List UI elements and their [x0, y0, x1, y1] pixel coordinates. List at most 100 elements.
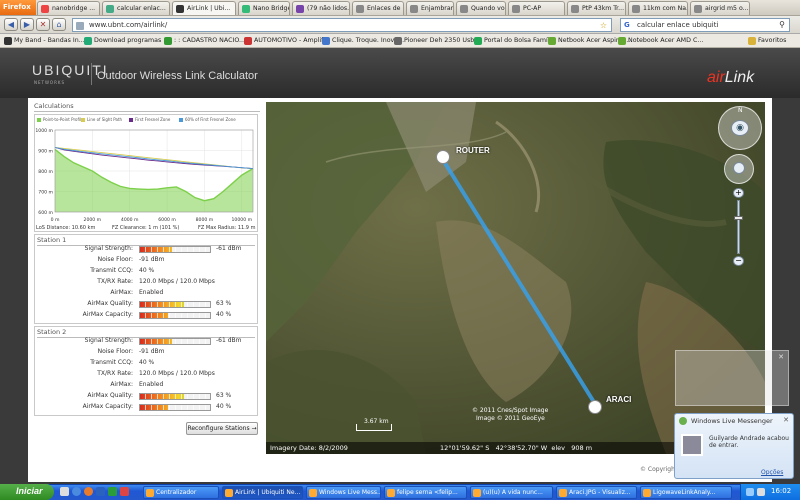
network-icon[interactable]	[746, 488, 754, 496]
messenger-notification[interactable]: Windows Live Messenger ✕ Guilyarde Andra…	[674, 413, 794, 479]
bookmark-item[interactable]: Clique. Troque. Inove...	[322, 37, 404, 45]
word-icon[interactable]	[96, 487, 105, 496]
copyright-geoeye: Image © 2011 GeoEye	[476, 415, 545, 422]
ie-icon[interactable]	[72, 487, 81, 496]
browser-tab[interactable]: Enlaces de lo...	[352, 1, 404, 15]
tab-favicon-icon	[410, 5, 418, 13]
forward-button[interactable]: ▶	[20, 18, 34, 31]
station1-row: Signal Strength: -61 dBm	[35, 245, 259, 255]
browser-tab[interactable]: airgrid m5 o...	[690, 1, 750, 15]
legend-swatch	[81, 118, 85, 122]
tab-favicon-icon	[356, 5, 364, 13]
browser-tab[interactable]: PC-AP	[508, 1, 565, 15]
excel-icon[interactable]	[108, 487, 117, 496]
field-value: 40 %	[216, 403, 232, 410]
taskbar-item[interactable]: Centralizador	[143, 486, 219, 499]
araci-placemark[interactable]	[588, 400, 602, 414]
bookmark-item[interactable]: Portal do Bolsa Família	[474, 37, 555, 45]
level-bar-ticks	[140, 339, 210, 344]
tab-favicon-icon	[106, 5, 114, 13]
browser-tab[interactable]: calcular enlac...	[102, 1, 170, 15]
firefox-icon[interactable]	[84, 487, 93, 496]
bookmark-item[interactable]: Notebook Acer AMD C...	[618, 37, 703, 45]
header-divider	[91, 63, 92, 85]
zoom-out-button[interactable]: −	[733, 256, 744, 266]
acrobat-icon[interactable]	[120, 487, 129, 496]
zoom-slider[interactable]: + −	[733, 188, 744, 268]
bookmark-item[interactable]: : : CADASTRO NACIO...	[164, 37, 246, 45]
hand-icon[interactable]	[733, 162, 745, 174]
x-tick-label: 8000 m	[196, 217, 214, 223]
bookmark-icon	[394, 37, 402, 45]
bookmark-label: : : CADASTRO NACIO...	[174, 37, 246, 44]
tab-favicon-icon	[632, 5, 640, 13]
zoom-in-button[interactable]: +	[733, 188, 744, 198]
taskbar-item[interactable]: (u)(u) A vida nunc...	[470, 486, 553, 499]
zoom-handle[interactable]	[734, 216, 743, 220]
field-value: 40 %	[139, 359, 155, 366]
stop-icon[interactable]: ✕	[36, 18, 50, 31]
pan-control[interactable]	[724, 154, 754, 184]
page-title: Outdoor Wireless Link Calculator	[97, 70, 258, 82]
bookmark-star-icon[interactable]: ☆	[600, 21, 607, 30]
legend-swatch	[37, 118, 41, 122]
tab-favicon-icon	[176, 5, 184, 13]
taskbar-item[interactable]: AirLink | Ubiquiti Ne...	[222, 486, 303, 499]
back-button[interactable]: ◀	[4, 18, 18, 31]
reconfigure-stations-button[interactable]: Reconfigure Stations →	[186, 422, 258, 435]
browser-tab[interactable]: (79 não lidos...	[292, 1, 350, 15]
search-icon[interactable]: ⚲	[779, 20, 785, 29]
browser-tab[interactable]: Quando você...	[456, 1, 506, 15]
task-label: AirLink | Ubiquiti Ne...	[235, 489, 301, 496]
field-value: 40 %	[139, 267, 155, 274]
desktop-icon[interactable]	[60, 487, 69, 496]
field-label: Noise Floor:	[97, 348, 133, 355]
navigation-compass[interactable]: N ◉	[718, 106, 762, 150]
station1-panel: Station 1 Signal Strength: -61 dBm Noise F…	[34, 234, 258, 324]
tab-label: AirLink | Ubi...	[187, 5, 231, 12]
taskbar-item[interactable]: Araci.JPG - Visualiz...	[556, 486, 637, 499]
close-icon[interactable]: ✕	[778, 353, 784, 361]
browser-tab[interactable]: Nano Bridge ...	[238, 1, 290, 15]
field-label: Transmit CCQ:	[90, 359, 133, 366]
browser-tab[interactable]: 11km com Na...	[628, 1, 688, 15]
home-icon[interactable]: ⌂	[52, 18, 66, 31]
search-input[interactable]: G calcular enlace ubiquiti ⚲	[620, 18, 790, 32]
zoom-track[interactable]	[737, 200, 740, 254]
imagery-date: Imagery Date: 8/2/2009	[270, 444, 348, 452]
task-icon	[225, 489, 233, 497]
taskbar-item[interactable]: felipe serna <felip...	[384, 486, 467, 499]
close-icon[interactable]: ✕	[783, 416, 789, 424]
bookmark-item[interactable]: Download programas ...	[84, 37, 169, 45]
field-label: TX/RX Rate:	[97, 278, 133, 285]
legend-item: First Fresnel Zone	[129, 117, 170, 122]
browser-tab[interactable]: Enjambrame...	[406, 1, 454, 15]
bookmark-item[interactable]: My Band - Bandas In...	[4, 37, 85, 45]
field-label: AirMax Capacity:	[82, 311, 133, 318]
field-label: AirMax Capacity:	[82, 403, 133, 410]
router-placemark[interactable]	[436, 150, 450, 164]
browser-tab[interactable]: AirLink | Ubi...	[172, 1, 236, 15]
notification-message: Guilyarde Andrade acabou de entrar.	[709, 435, 789, 449]
field-value: -91 dBm	[139, 348, 165, 355]
favorites-button[interactable]: Favoritos	[748, 37, 786, 45]
bookmark-item[interactable]: Pioneer Deh 2350 Usb...	[394, 37, 480, 45]
taskbar-item[interactable]: LigowaveLinkAnaly...	[640, 486, 732, 499]
browser-tab[interactable]: nanobridge ...	[37, 1, 100, 15]
task-icon	[643, 489, 651, 497]
firefox-menu-button[interactable]: Firefox	[0, 0, 36, 15]
browser-tab[interactable]: PtP 43km Tr...	[567, 1, 626, 15]
eye-icon[interactable]: ◉	[731, 120, 749, 136]
options-link[interactable]: Opções	[761, 469, 783, 476]
volume-icon[interactable]	[757, 488, 765, 496]
tab-label: calcular enlac...	[117, 5, 166, 12]
clock[interactable]: 16:02	[771, 487, 791, 495]
task-icon	[559, 489, 567, 497]
bookmark-item[interactable]: AUTOMOTIVO - Amplif...	[244, 37, 329, 45]
start-button[interactable]: Iniciar	[0, 484, 54, 500]
url-input[interactable]: www.ubnt.com/airlink/ ☆	[72, 18, 612, 32]
compass-north: N	[738, 107, 743, 114]
station2-panel: Station 2 Signal Strength: -61 dBm Noise F…	[34, 326, 258, 416]
taskbar-item[interactable]: Windows Live Mess...	[306, 486, 381, 499]
station1-row: AirMax Quality: 63 %	[35, 300, 259, 310]
